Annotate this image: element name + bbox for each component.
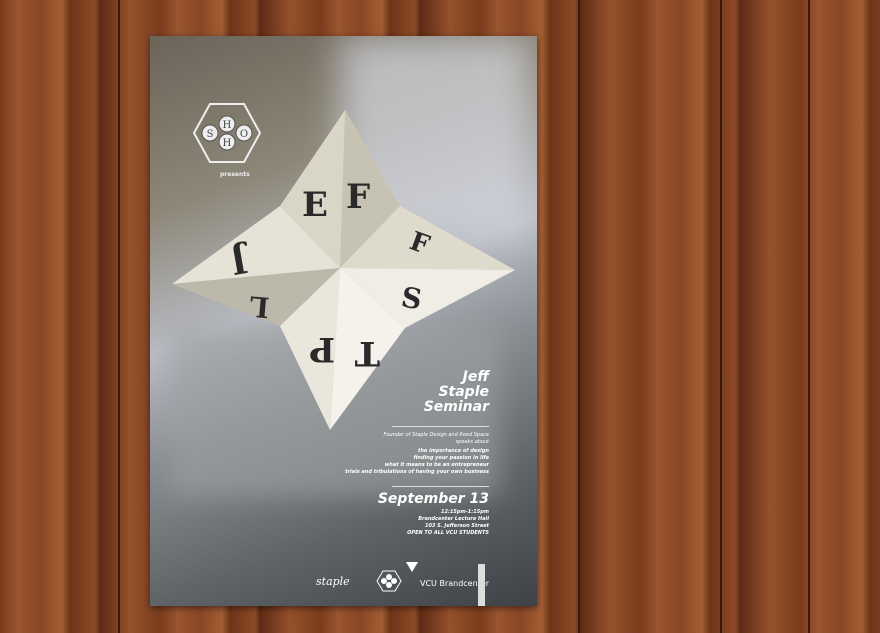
topic-list: the importance of design finding your pa… (345, 448, 489, 476)
divider (392, 426, 489, 427)
intro-line: speaks about (455, 439, 489, 445)
title-line: Staple (438, 384, 489, 400)
vcu-triangle-icon (406, 562, 418, 572)
title-line: Seminar (423, 399, 489, 415)
topic: finding your passion in life (413, 455, 490, 461)
letter-l: L (248, 289, 271, 324)
event-date: September 13 (377, 491, 489, 507)
letter-p: P (309, 329, 335, 369)
shho-small-logo (376, 570, 402, 592)
event-venue: Brandcenter Lecture Hall (418, 516, 489, 522)
divider (392, 486, 489, 487)
topic: the importance of design (417, 448, 489, 454)
event-details: 12:15pm-1:15pm Brandcenter Lecture Hall … (407, 509, 489, 537)
title-line: Jeff (462, 369, 489, 385)
event-time: 12:15pm-1:15pm (440, 509, 489, 515)
topic: what it means to be an entrepreneur (384, 462, 489, 468)
seminar-poster: SHOH presents E F J L F S T P Jeff Stapl… (150, 36, 537, 606)
letter-e: E (302, 185, 328, 225)
seminar-title: Jeff Staple Seminar (424, 370, 489, 415)
floor-seam (720, 0, 722, 633)
speaker-intro: Founder of Staple Design and Reed Space … (384, 432, 489, 446)
event-audience: OPEN TO ALL VCU STUDENTS (407, 530, 489, 536)
intro-line: Founder of Staple Design and Reed Space (383, 432, 489, 438)
letter-f: F (346, 177, 370, 217)
floor-seam (118, 0, 120, 633)
topic: trials and tribulations of having your o… (345, 469, 489, 475)
event-address: 103 S. Jefferson Street (424, 523, 489, 529)
floor-seam (808, 0, 810, 633)
floor-seam (578, 0, 580, 633)
letter-t: T (355, 333, 380, 373)
staple-logo: staple (316, 575, 350, 588)
barcode-strip (478, 564, 485, 606)
